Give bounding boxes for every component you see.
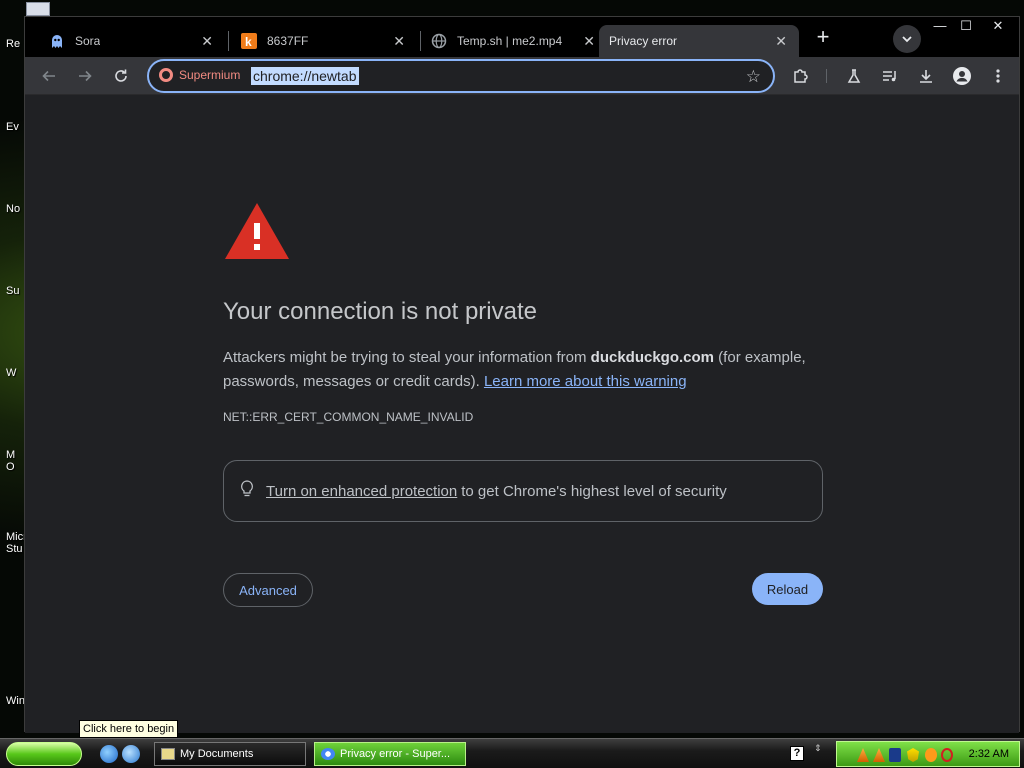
tab-search-button[interactable] [893, 25, 921, 53]
advanced-button[interactable]: Advanced [223, 573, 313, 607]
ghost-icon [49, 33, 65, 49]
warning-triangle-icon [223, 201, 291, 266]
browser-icon [321, 748, 335, 760]
svg-text:k: k [245, 35, 252, 49]
desktop-icon-label[interactable]: Micro [6, 531, 26, 543]
extensions-button[interactable] [789, 64, 813, 88]
site-info-chip[interactable]: Supermium [159, 68, 240, 82]
taskbar-my-documents[interactable]: My Documents [154, 742, 306, 766]
bookmark-star-icon[interactable]: ☆ [746, 67, 761, 87]
forward-button[interactable] [73, 64, 97, 88]
tab-temp-sh[interactable]: Temp.sh | me2.mp4 ✕ [407, 25, 607, 57]
profile-button[interactable] [950, 64, 974, 88]
tab-8637ff[interactable]: k 8637FF ✕ [217, 25, 417, 57]
desktop-icon-label[interactable]: Wind [6, 695, 26, 707]
protection-text: to get Chrome's highest level of securit… [461, 482, 727, 500]
labs-button[interactable] [842, 64, 866, 88]
tab-sora[interactable]: Sora ✕ [25, 25, 225, 57]
tab-privacy-error[interactable]: Privacy error ✕ [599, 25, 799, 57]
desktop-icon-label[interactable]: O [6, 461, 26, 473]
desktop-icon-label[interactable]: W [6, 367, 26, 379]
maximize-button[interactable]: ☐ [951, 17, 981, 35]
ie-quicklaunch-icon[interactable] [122, 745, 140, 763]
task-label: Privacy error - Super... [340, 748, 451, 760]
desktop-icon-label[interactable]: Ev [6, 121, 26, 133]
error-description: Attackers might be trying to steal your … [223, 346, 843, 394]
system-tray: 2:32 AM [836, 741, 1020, 767]
new-tab-button[interactable]: + [811, 26, 835, 50]
media-control-button[interactable] [878, 64, 902, 88]
menu-button[interactable] [986, 64, 1010, 88]
browser-toolbar: Supermium chrome://newtab ☆ [25, 57, 1019, 95]
refresh-icon [115, 69, 127, 82]
not-secure-icon [159, 68, 173, 82]
tray-expand-icon[interactable]: ⇕ [814, 743, 822, 754]
tab-title: Sora [75, 34, 101, 48]
error-code: NET::ERR_CERT_COMMON_NAME_INVALID [223, 410, 474, 424]
queue-music-icon [883, 71, 896, 82]
lightbulb-icon [240, 480, 254, 502]
domain-name: duckduckgo.com [590, 349, 715, 366]
desktop-icon[interactable] [26, 2, 50, 16]
desc-prefix: Attackers might be trying to steal your … [223, 349, 591, 366]
internet-explorer-icon[interactable] [100, 745, 118, 763]
toolbar-separator [826, 69, 827, 83]
desktop-icon-label[interactable]: M [6, 449, 26, 461]
puzzle-icon [794, 69, 808, 83]
tab-title: 8637FF [267, 34, 309, 48]
network-icon[interactable] [925, 748, 937, 762]
close-icon[interactable]: ✕ [583, 33, 595, 50]
flask-icon [847, 69, 861, 83]
vlc-icon[interactable] [873, 748, 885, 762]
url-input[interactable]: chrome://newtab [251, 67, 359, 85]
start-tooltip: Click here to begin [79, 720, 179, 738]
volume-icon[interactable] [889, 748, 901, 762]
reload-toolbar-button[interactable] [109, 64, 133, 88]
downloads-button[interactable] [914, 64, 938, 88]
vlc-icon[interactable] [857, 748, 869, 762]
address-bar[interactable]: Supermium chrome://newtab ☆ [147, 59, 775, 93]
page-title: Your connection is not private [223, 298, 537, 325]
back-button[interactable] [37, 64, 61, 88]
globe-icon [431, 33, 447, 49]
clock[interactable]: 2:32 AM [969, 748, 1009, 760]
start-button[interactable] [6, 742, 82, 766]
taskbar: My Documents Privacy error - Super... ? … [0, 738, 1024, 768]
arrow-left-icon [42, 70, 55, 82]
k-icon: k [241, 33, 257, 49]
desktop-icon-label[interactable]: Stu [6, 543, 26, 555]
download-icon [920, 70, 932, 83]
task-label: My Documents [180, 748, 254, 760]
enhanced-protection-box: Turn on enhanced protection to get Chrom… [223, 460, 823, 522]
taskbar-privacy-error[interactable]: Privacy error - Super... [314, 742, 466, 766]
search-icon[interactable] [941, 748, 953, 762]
help-icon[interactable]: ? [790, 746, 804, 761]
tab-title: Temp.sh | me2.mp4 [457, 34, 563, 48]
browser-window: Sora ✕ k 8637FF ✕ Temp.sh | me2.mp4 ✕ Pr… [24, 16, 1020, 733]
close-icon[interactable]: ✕ [393, 33, 405, 50]
close-icon[interactable]: ✕ [775, 33, 787, 50]
shield-icon[interactable] [907, 748, 919, 762]
reload-button[interactable]: Reload [752, 573, 823, 605]
arrow-right-icon [79, 70, 92, 82]
tab-title: Privacy error [609, 34, 678, 48]
desktop-icon-label[interactable]: Re [6, 38, 26, 50]
enhanced-protection-link[interactable]: Turn on enhanced protection [266, 483, 457, 500]
folder-icon [161, 748, 175, 760]
close-window-button[interactable]: ✕ [983, 17, 1013, 35]
close-icon[interactable]: ✕ [201, 33, 213, 50]
site-chip-label: Supermium [179, 68, 241, 82]
tab-strip: Sora ✕ k 8637FF ✕ Temp.sh | me2.mp4 ✕ Pr… [25, 17, 1019, 57]
chevron-down-icon [902, 36, 912, 43]
more-vert-icon [996, 69, 1000, 83]
desktop-icon-label[interactable]: Su [6, 285, 26, 297]
desktop-icon-label[interactable]: No [6, 203, 26, 215]
page-content: Your connection is not private Attackers… [25, 96, 1019, 733]
learn-more-link[interactable]: Learn more about this warning [484, 373, 687, 390]
account-icon [953, 67, 971, 85]
